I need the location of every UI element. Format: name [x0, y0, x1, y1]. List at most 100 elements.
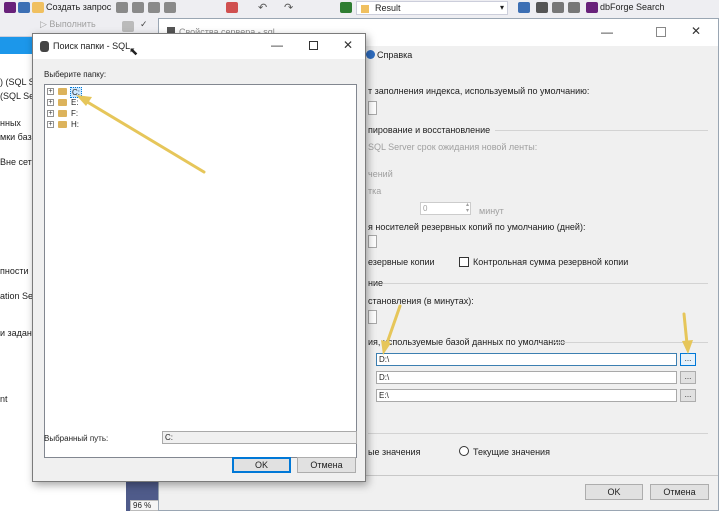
folder-dialog-title: Поиск папки - SQL: [53, 41, 131, 51]
log-path-value: D:\: [379, 373, 390, 382]
close-icon[interactable]: ✕: [343, 39, 353, 51]
recovery-interval-label: становления (в минутах):: [368, 296, 474, 306]
redo-icon[interactable]: ↷: [284, 1, 293, 14]
data-path-input[interactable]: D:\: [376, 353, 677, 366]
object-explorer-row[interactable]: пности: [0, 266, 29, 276]
dax-icon[interactable]: [164, 2, 176, 13]
close-icon[interactable]: ✕: [691, 25, 701, 37]
result-dropdown-value: Result: [375, 3, 401, 13]
object-explorer-row[interactable]: мки баз: [0, 132, 32, 142]
xmla-icon[interactable]: [148, 2, 160, 13]
stop-icon[interactable]: [122, 21, 134, 32]
selected-path-field: C:: [162, 431, 357, 444]
properties-icon[interactable]: [518, 2, 530, 13]
fill-factor-spinner[interactable]: [368, 101, 377, 115]
spinner-arrows-icon[interactable]: ▴ ▾: [466, 202, 469, 214]
recovery-spinner[interactable]: [368, 310, 377, 324]
dmx-icon[interactable]: [132, 2, 144, 13]
tools-icon[interactable]: [536, 2, 548, 13]
object-explorer-row[interactable]: ation Ser: [0, 291, 36, 301]
zoom-level[interactable]: 96 %: [130, 500, 160, 511]
running-values-radio[interactable]: [459, 446, 469, 456]
muted-option: чений: [368, 169, 393, 179]
folder-dialog-titlebar: Поиск папки - SQL — ✕: [33, 34, 365, 59]
locations-section-title: ия, используемые базой данных по умолчан…: [368, 337, 565, 347]
tree-node-label[interactable]: E:: [70, 98, 80, 107]
undo-icon[interactable]: ↶: [258, 1, 267, 14]
minimize-icon[interactable]: —: [601, 26, 613, 38]
fill-factor-label: т заполнения индекса, используемый по ум…: [368, 86, 590, 96]
tree-node-label[interactable]: C:: [70, 87, 82, 98]
maximize-icon[interactable]: [309, 41, 318, 50]
folder-cancel-button[interactable]: Отмена: [297, 457, 356, 473]
maximize-icon[interactable]: [656, 27, 666, 37]
folder-icon[interactable]: [552, 2, 564, 13]
new-query-button[interactable]: Создать запрос: [46, 2, 111, 12]
tree-node-label[interactable]: F:: [70, 109, 79, 118]
expand-icon[interactable]: +: [47, 88, 54, 95]
drive-folder-icon: [58, 121, 67, 128]
expand-icon[interactable]: +: [47, 99, 54, 106]
result-dropdown[interactable]: Result ▾: [356, 1, 508, 15]
tree-node-label[interactable]: H:: [70, 120, 80, 129]
options-icon[interactable]: [568, 2, 580, 13]
selected-path-value: C:: [165, 433, 173, 442]
drive-folder-icon: [58, 88, 67, 95]
retention-spinner[interactable]: [368, 235, 377, 248]
expand-icon[interactable]: +: [47, 121, 54, 128]
backup-path-input[interactable]: E:\: [376, 389, 677, 402]
folder-browse-dialog: Поиск папки - SQL — ✕ Выберите папку: + …: [32, 33, 366, 482]
dbforge-icon[interactable]: [586, 2, 598, 13]
execute-label: Выполнить: [49, 19, 96, 29]
new-query-icon[interactable]: [32, 2, 44, 13]
parse-icon[interactable]: ✓: [140, 19, 148, 30]
backup-path-value: E:\: [379, 391, 389, 400]
cut-icon[interactable]: [226, 2, 238, 13]
help-button[interactable]: Справка: [377, 50, 412, 60]
drive-folder-icon: [58, 110, 67, 117]
object-explorer-row[interactable]: (SQL Se: [0, 91, 34, 101]
recovery-section-title: ние: [368, 278, 384, 288]
object-explorer-header: [0, 37, 33, 54]
dbforge-search-button[interactable]: dbForge Search: [600, 2, 665, 12]
tape-minutes-input[interactable]: 0 ▴ ▾: [420, 202, 471, 215]
log-path-input[interactable]: D:\: [376, 371, 677, 384]
retention-label: я носителей резервных копий по умолчанию…: [368, 222, 586, 232]
section-divider: [383, 283, 708, 284]
save-all-icon[interactable]: [18, 2, 30, 13]
configured-values-radio-label[interactable]: ые значения: [368, 447, 420, 457]
mouse-cursor-icon: ⬉: [129, 46, 139, 58]
folder-ok-button[interactable]: OK: [232, 457, 291, 473]
folder-prompt: Выберите папку:: [44, 70, 107, 79]
execute-button[interactable]: ▷ Выполнить: [40, 19, 96, 30]
section-divider: [495, 130, 708, 131]
compress-backup-label: езервные копии: [368, 257, 435, 267]
object-explorer-row[interactable]: нных: [0, 118, 21, 128]
minimize-icon[interactable]: —: [271, 39, 283, 51]
browse-data-path-button[interactable]: ...: [680, 353, 696, 366]
server-cancel-button[interactable]: Отмена: [650, 484, 709, 500]
section-divider: [368, 433, 708, 434]
server-ok-button[interactable]: OK: [585, 484, 643, 500]
mdx-icon[interactable]: [116, 2, 128, 13]
database-icon: [40, 41, 49, 52]
folder-tree[interactable]: + C: + E: + F: + H:: [44, 84, 357, 458]
object-explorer-row[interactable]: Вне сет: [0, 157, 32, 167]
drive-folder-icon: [58, 99, 67, 106]
activity-monitor-icon[interactable]: [340, 2, 352, 13]
muted-option: тка: [368, 186, 382, 196]
database-icon: [361, 5, 369, 13]
save-icon[interactable]: [4, 2, 16, 13]
browse-backup-path-button[interactable]: ...: [680, 389, 696, 402]
backup-section-title: пирование и восстановление: [368, 125, 491, 135]
checksum-checkbox[interactable]: [459, 257, 469, 267]
object-explorer-row[interactable]: nt: [0, 394, 8, 404]
selected-path-label: Выбранный путь:: [44, 434, 109, 443]
chevron-down-icon: ▾: [499, 3, 504, 12]
data-path-value: D:\: [379, 355, 390, 364]
object-explorer-row[interactable]: и задан: [0, 328, 32, 338]
tape-minutes-value: 0: [423, 204, 428, 213]
help-icon[interactable]: [366, 50, 375, 59]
expand-icon[interactable]: +: [47, 110, 54, 117]
browse-log-path-button[interactable]: ...: [680, 371, 696, 384]
